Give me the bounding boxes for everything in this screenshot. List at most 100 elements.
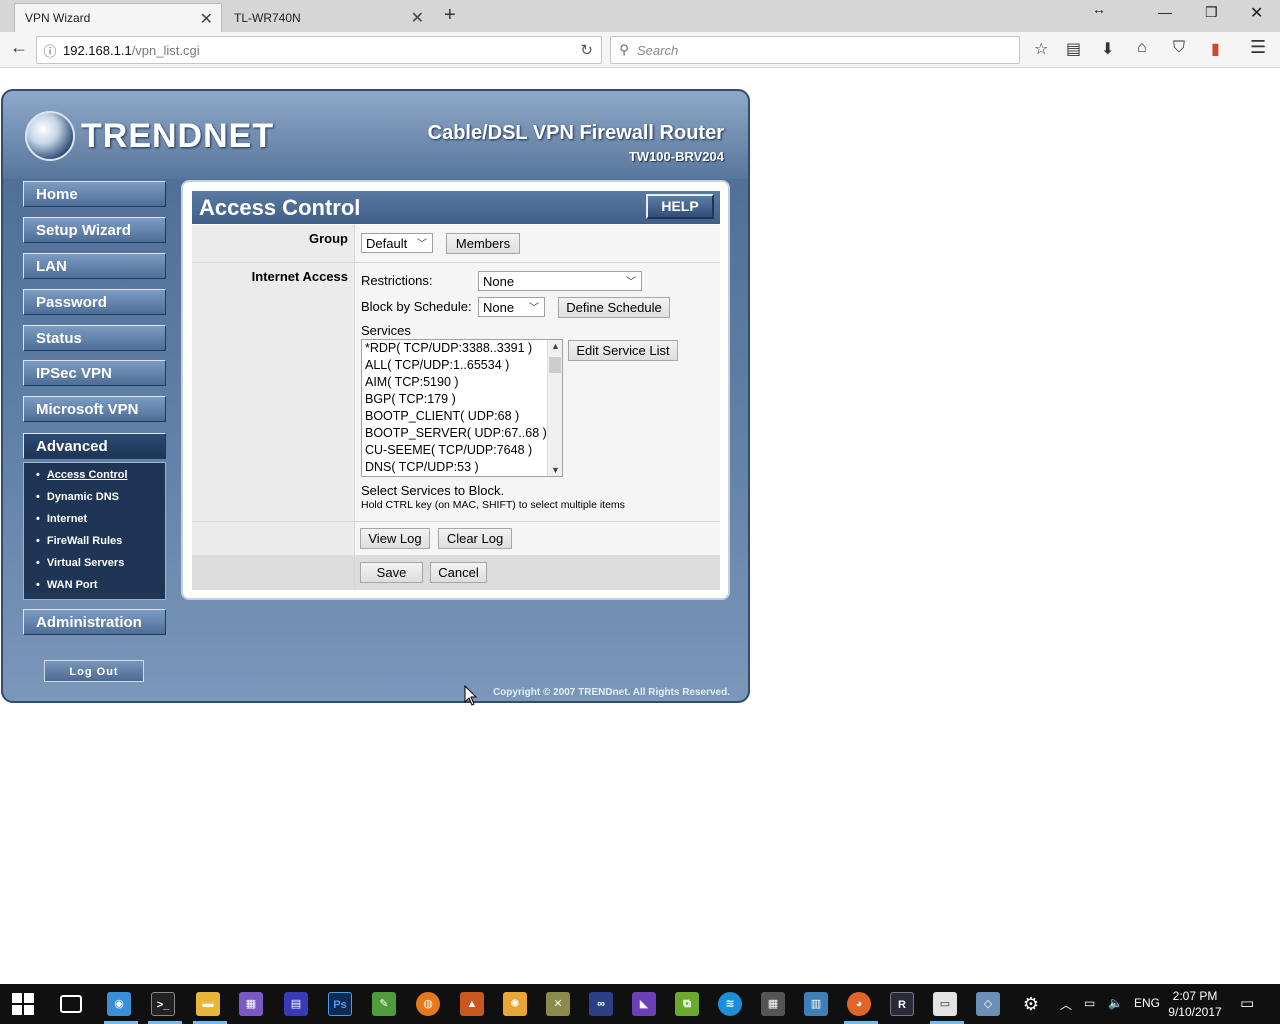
windows-start-icon[interactable] [12,993,34,1015]
app-icon-12[interactable]: ∞ [589,992,613,1016]
logout-button[interactable]: Log Out [44,660,144,682]
close-window-icon[interactable]: ✕ [1250,3,1263,23]
members-button[interactable]: Members [446,233,520,254]
home-icon[interactable]: ⌂ [1137,39,1147,57]
router-page: TRENDNET Cable/DSL VPN Firewall Router T… [1,89,750,703]
list-item[interactable]: BOOTP_SERVER( UDP:67..68 ) [362,425,562,442]
clock-time: 2:07 PM [1172,989,1218,1003]
resize-arrows-icon: ↔ [1092,1,1106,17]
menu-ipsec-vpn[interactable]: IPSec VPN [23,360,166,386]
submenu-access-control[interactable]: Access Control [24,469,165,491]
search-placeholder: Search [637,42,679,58]
view-log-button[interactable]: View Log [360,528,430,549]
submenu-label: FireWall Rules [46,535,123,547]
app-icon-16[interactable]: ▦ [761,992,785,1016]
scroll-up-icon[interactable]: ▲ [551,341,560,351]
show-hidden-icons-icon[interactable]: ︿ [1060,996,1072,1013]
list-item[interactable]: CU-SEEME( TCP/UDP:7648 ) [362,442,562,459]
blender-icon[interactable]: ◍ [416,992,440,1016]
reading-list-icon[interactable]: ▤ [1066,39,1081,59]
app-icon-19[interactable]: R [890,992,914,1016]
submenu-internet[interactable]: Internet [24,513,165,535]
notepad-app-icon[interactable]: ✎ [372,992,396,1016]
chrome-app-icon[interactable]: ◉ [107,992,131,1016]
task-view-icon[interactable] [60,995,82,1013]
submenu-label: Dynamic DNS [46,491,119,503]
group-value-cell: Default ﹀ Members [354,225,720,262]
action-center-icon[interactable]: ▭ [1240,994,1254,1012]
list-item[interactable]: ALL( TCP/UDP:1..65534 ) [362,357,562,374]
extension-icon[interactable]: ▮ [1211,39,1220,59]
log-value-cell: View Log Clear Log [354,522,720,555]
menu-setup-wizard[interactable]: Setup Wizard [23,217,166,243]
list-item[interactable]: AIM( TCP:5190 ) [362,374,562,391]
group-select[interactable]: Default ﹀ [361,233,433,253]
reload-icon[interactable]: ↻ [580,41,593,59]
services-scrollbar[interactable]: ▲ ▼ [547,340,562,476]
volume-icon[interactable]: 🔈 [1108,996,1123,1010]
restrictions-label: Restrictions: [361,273,433,288]
url-bar[interactable]: ⓘ 192.168.1.1/vpn_list.cgi ↻ [36,36,602,64]
edit-service-list-button[interactable]: Edit Service List [568,340,678,361]
app-icon-11[interactable]: ✕ [546,992,570,1016]
settings-gear-icon[interactable]: ⚙ [1019,992,1043,1016]
list-item[interactable]: DNS( TCP/UDP:53 ) [362,459,562,476]
back-icon[interactable]: ← [10,37,28,58]
close-tab-icon[interactable]: ✕ [411,8,424,28]
list-item[interactable]: BGP( TCP:179 ) [362,391,562,408]
tab-vpn-wizard[interactable]: VPN Wizard ✕ [14,3,222,32]
restrictions-select[interactable]: None ﹀ [478,271,642,291]
menu-icon[interactable]: ☰ [1250,37,1266,58]
submenu-firewall-rules[interactable]: FireWall Rules [24,535,165,557]
menu-password[interactable]: Password [23,289,166,315]
language-indicator[interactable]: ENG [1134,996,1160,1010]
network-icon[interactable]: ▭ [1084,996,1095,1010]
submenu-virtual-servers[interactable]: Virtual Servers [24,557,165,579]
app-icon-21[interactable]: ◇ [976,992,1000,1016]
tab-tl-wr740n[interactable]: TL-WR740N ✕ [224,3,432,32]
submenu-dynamic-dns[interactable]: Dynamic DNS [24,491,165,513]
visual-studio-icon[interactable]: ◣ [632,992,656,1016]
menu-status[interactable]: Status [23,325,166,351]
app-icon-14[interactable]: ⧉ [675,992,699,1016]
new-tab-icon[interactable]: + [444,4,456,27]
taskbar-clock[interactable]: 2:07 PM 9/10/2017 [1160,988,1230,1020]
list-item[interactable]: BOOTP_CLIENT( UDP:68 ) [362,408,562,425]
firefox-icon[interactable]: ◕ [847,992,871,1016]
menu-lan[interactable]: LAN [23,253,166,279]
scroll-down-icon[interactable]: ▼ [551,465,560,475]
photoshop-icon[interactable]: Ps [328,992,352,1016]
menu-microsoft-vpn[interactable]: Microsoft VPN [23,396,166,422]
list-item[interactable]: *RDP( TCP/UDP:3388..3391 ) [362,340,562,357]
info-icon[interactable]: ⓘ [37,41,63,60]
scroll-thumb[interactable] [549,357,561,373]
close-tab-icon[interactable]: ✕ [200,9,213,29]
submenu-wan-port[interactable]: WAN Port [24,579,165,601]
pocket-icon[interactable]: ⛉ [1173,39,1185,57]
search-input[interactable]: ⚲ Search [610,36,1020,64]
services-label: Services [361,323,411,338]
app-icon-10[interactable]: ✺ [503,992,527,1016]
cancel-button[interactable]: Cancel [430,562,487,583]
bookmark-star-icon[interactable]: ☆ [1034,39,1048,59]
menu-advanced[interactable]: Advanced [23,433,166,459]
app-icon-4[interactable]: ▦ [239,992,263,1016]
file-explorer-icon[interactable]: ▬ [196,992,220,1016]
terminal-app-icon[interactable]: >_ [151,992,175,1016]
app-icon-17[interactable]: ▥ [804,992,828,1016]
save-button[interactable]: Save [360,562,423,583]
help-button[interactable]: HELP [646,194,714,219]
app-icon-15[interactable]: ≋ [718,992,742,1016]
app-icon-5[interactable]: ▤ [284,992,308,1016]
download-icon[interactable]: ⬇ [1101,39,1114,59]
menu-administration[interactable]: Administration [23,609,166,635]
define-schedule-button[interactable]: Define Schedule [558,297,670,318]
app-icon-9[interactable]: ▲ [460,992,484,1016]
services-listbox[interactable]: *RDP( TCP/UDP:3388..3391 ) ALL( TCP/UDP:… [361,339,563,477]
block-schedule-select[interactable]: None ﹀ [478,297,545,317]
minimize-icon[interactable]: — [1158,4,1172,20]
restore-icon[interactable]: ❐ [1205,4,1218,21]
app-icon-20[interactable]: ▭ [933,992,957,1016]
clear-log-button[interactable]: Clear Log [438,528,512,549]
menu-home[interactable]: Home [23,181,166,207]
